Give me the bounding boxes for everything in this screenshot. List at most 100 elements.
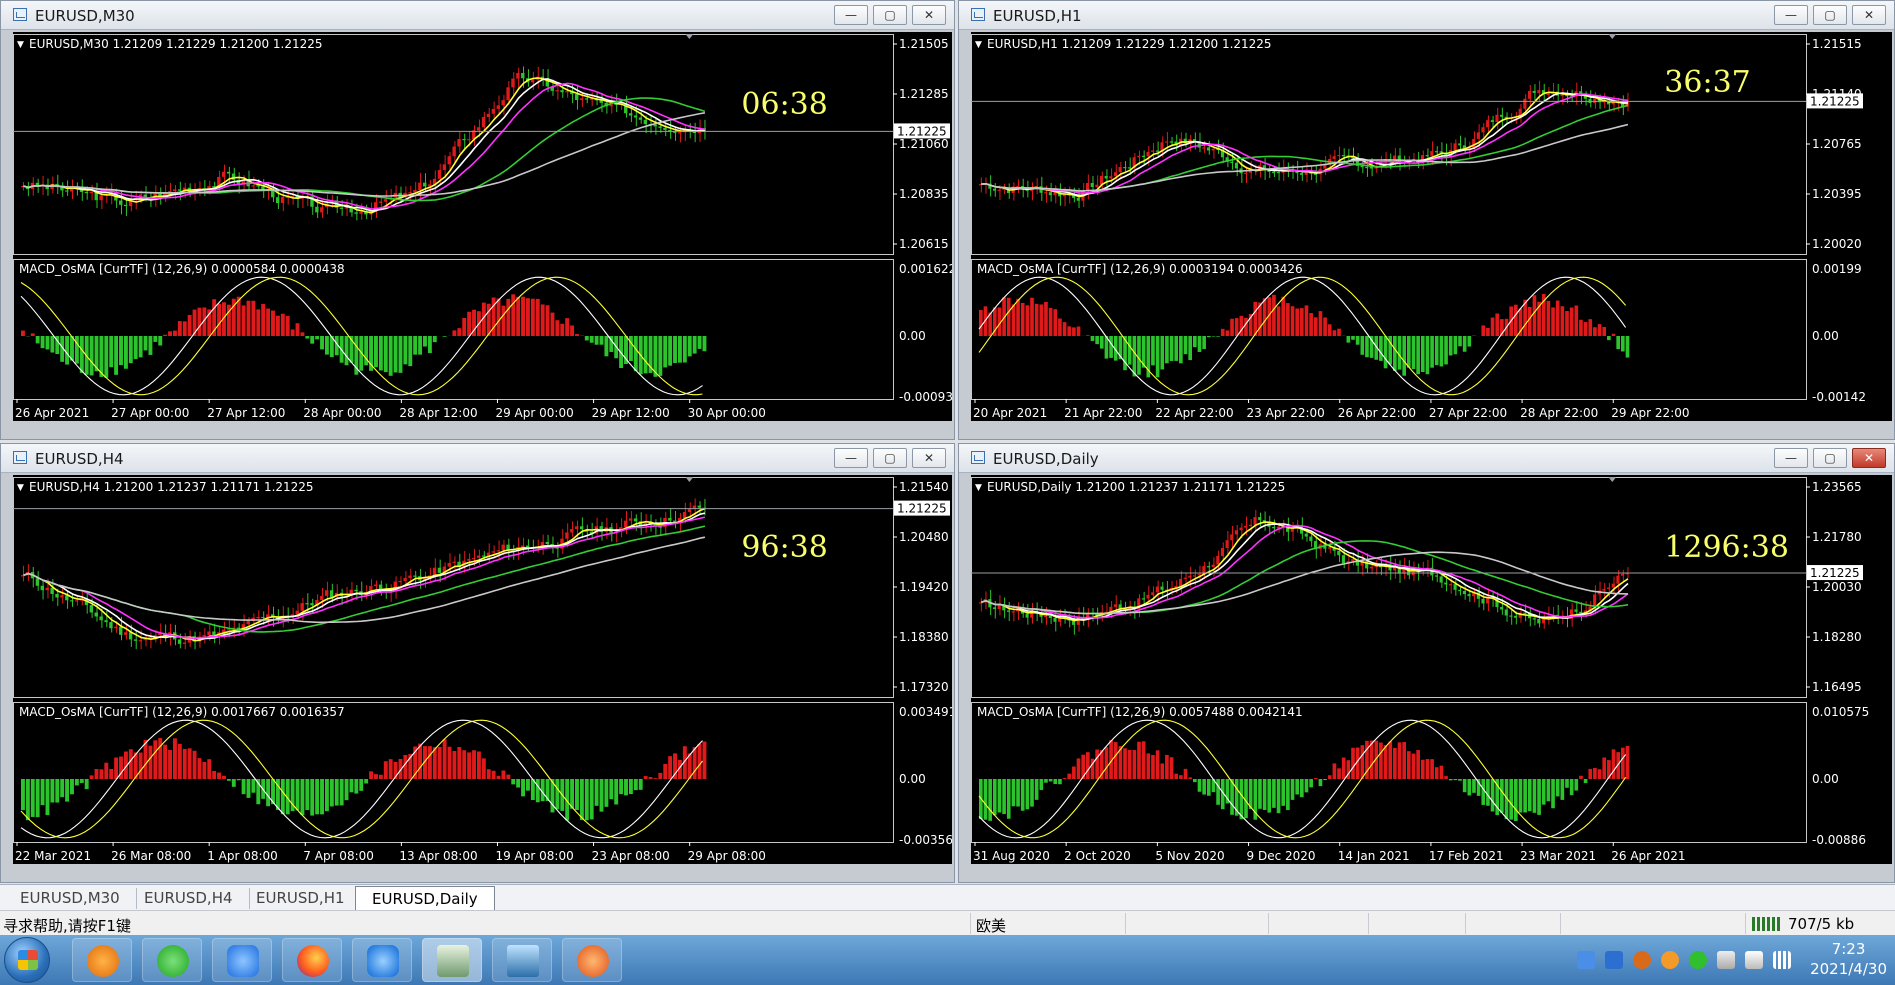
- window-titlebar[interactable]: EURUSD,Daily — ▢ ✕: [959, 444, 1894, 473]
- start-button[interactable]: [4, 937, 50, 983]
- candle: [1527, 608, 1532, 627]
- candle: [1276, 162, 1280, 181]
- taskbar-firefox[interactable]: [282, 938, 342, 982]
- taskbar-app-8[interactable]: [562, 938, 622, 982]
- tray-bandit-icon[interactable]: [1633, 951, 1651, 969]
- maximize-button[interactable]: ▢: [873, 5, 907, 25]
- close-button[interactable]: ✕: [1852, 448, 1886, 468]
- candle: [1244, 166, 1248, 183]
- macd-histogram-bar: [177, 321, 182, 336]
- taskbar-wechat[interactable]: [142, 938, 202, 982]
- chart-menu-triangle-icon[interactable]: ▼: [17, 40, 24, 50]
- price-chart-svg[interactable]: EURUSD,H4 1.21200 1.21237 1.21171 1.2122…: [13, 475, 952, 870]
- chart-window-h1[interactable]: EURUSD,H1 — ▢ ✕ EURUSD,H1 1.21209 1.2122…: [958, 0, 1895, 440]
- macd-histogram-bar: [1579, 775, 1583, 779]
- window-titlebar[interactable]: EURUSD,H1 — ▢ ✕: [959, 1, 1894, 30]
- app-bandit-icon: [577, 945, 609, 977]
- taskbar-app-5[interactable]: [352, 938, 412, 982]
- chart-window-m30[interactable]: EURUSD,M30 — ▢ ✕ EURUSD,M30 1.21209 1.21…: [0, 0, 955, 440]
- minimize-button[interactable]: —: [834, 448, 868, 468]
- chart-canvas[interactable]: EURUSD,M30 1.21209 1.21229 1.21200 1.212…: [13, 32, 952, 421]
- price-chart-svg[interactable]: EURUSD,M30 1.21209 1.21229 1.21200 1.212…: [13, 32, 952, 427]
- chart-shift-marker-icon[interactable]: [685, 477, 694, 482]
- minimize-button[interactable]: —: [834, 5, 868, 25]
- macd-histogram-bar: [1286, 303, 1290, 336]
- macd-histogram-bar: [369, 771, 374, 779]
- macd-histogram-bar: [1072, 327, 1076, 336]
- macd-histogram-bar: [70, 336, 74, 361]
- macd-histogram-bar: [1351, 336, 1355, 340]
- candle: [496, 95, 500, 114]
- chart-menu-triangle-icon[interactable]: ▼: [17, 483, 24, 493]
- tray-signal-icon[interactable]: [1773, 951, 1791, 969]
- macd-histogram-bar: [1551, 779, 1555, 809]
- candle: [1495, 592, 1499, 613]
- maximize-button[interactable]: ▢: [873, 448, 907, 468]
- maximize-button[interactable]: ▢: [1813, 5, 1847, 25]
- candle: [295, 190, 299, 208]
- macd-histogram-bar: [1183, 768, 1188, 779]
- macd-histogram-bar: [1607, 336, 1611, 341]
- tray-app-icon[interactable]: [1577, 951, 1595, 969]
- window-titlebar[interactable]: EURUSD,M30 — ▢ ✕: [1, 1, 954, 30]
- macd-histogram-bar: [1248, 779, 1253, 809]
- close-button[interactable]: ✕: [912, 5, 946, 25]
- candle: [70, 593, 74, 607]
- tray-shield-icon[interactable]: [1605, 951, 1623, 969]
- macd-histogram-bar: [383, 761, 388, 779]
- macd-tick-label: 0.00: [1812, 329, 1839, 343]
- tray-orange-icon[interactable]: [1661, 951, 1679, 969]
- tab-eurusd-daily[interactable]: EURUSD,Daily: [355, 886, 495, 912]
- tab-eurusd-h1[interactable]: EURUSD,H1: [240, 888, 362, 909]
- macd-histogram-bar: [1355, 336, 1360, 345]
- taskbar-mt4[interactable]: [422, 938, 482, 982]
- candle: [609, 523, 613, 542]
- maximize-button[interactable]: ▢: [1813, 448, 1847, 468]
- macd-histogram-bar: [1123, 748, 1127, 779]
- close-button[interactable]: ✕: [912, 448, 946, 468]
- price-tick-label: 1.21505: [899, 37, 949, 51]
- macd-histogram-bar: [89, 336, 94, 376]
- chart-window-daily[interactable]: EURUSD,Daily — ▢ ✕ EURUSD,Daily 1.21200 …: [958, 443, 1895, 883]
- chart-menu-triangle-icon[interactable]: ▼: [975, 483, 982, 493]
- chart-window-h4[interactable]: EURUSD,H4 — ▢ ✕ EURUSD,H4 1.21200 1.2123…: [0, 443, 955, 883]
- price-tick-label: 1.20395: [1812, 187, 1862, 201]
- system-clock[interactable]: 7:23 2021/4/30: [1810, 939, 1887, 979]
- candle: [1490, 115, 1494, 128]
- chart-shift-marker-icon[interactable]: [1608, 477, 1617, 482]
- close-button[interactable]: ✕: [1852, 5, 1886, 25]
- tab-eurusd-m30[interactable]: EURUSD,M30: [4, 888, 137, 909]
- chart-menu-triangle-icon[interactable]: ▼: [975, 40, 982, 50]
- system-tray: 7:23 2021/4/30: [1555, 935, 1895, 985]
- macd-histogram-bar: [378, 336, 383, 371]
- minimize-button[interactable]: —: [1774, 5, 1808, 25]
- minimize-button[interactable]: —: [1774, 448, 1808, 468]
- taskbar-app-7[interactable]: [492, 938, 552, 982]
- taskbar-app-3[interactable]: [212, 938, 272, 982]
- macd-histogram-bar: [1434, 767, 1439, 779]
- chart-shift-marker-icon[interactable]: [685, 34, 694, 39]
- macd-histogram-bar: [702, 336, 707, 352]
- price-chart-svg[interactable]: EURUSD,H1 1.21209 1.21229 1.21200 1.2122…: [971, 32, 1892, 427]
- tray-wechat-icon[interactable]: [1689, 951, 1707, 969]
- chart-canvas[interactable]: EURUSD,H1 1.21209 1.21229 1.21200 1.2122…: [971, 32, 1892, 421]
- chart-canvas[interactable]: EURUSD,H4 1.21200 1.21237 1.21171 1.2122…: [13, 475, 952, 864]
- macd-histogram-bar: [339, 779, 344, 806]
- price-chart-svg[interactable]: EURUSD,Daily 1.21200 1.21237 1.21171 1.2…: [971, 475, 1892, 870]
- tab-eurusd-h4[interactable]: EURUSD,H4: [128, 888, 250, 909]
- tray-network-icon[interactable]: [1717, 951, 1735, 969]
- window-titlebar[interactable]: EURUSD,H4 — ▢ ✕: [1, 444, 954, 473]
- candle: [1058, 183, 1062, 206]
- taskbar-app-1[interactable]: [72, 938, 132, 982]
- macd-histogram-bar: [1304, 305, 1309, 336]
- candle: [1388, 555, 1392, 581]
- macd-histogram-bar: [1513, 304, 1518, 336]
- macd-histogram-bar: [530, 298, 535, 336]
- chart-canvas[interactable]: EURUSD,Daily 1.21200 1.21237 1.21171 1.2…: [971, 475, 1892, 864]
- candle: [525, 69, 530, 87]
- candle: [1230, 525, 1234, 549]
- chart-shift-marker-icon[interactable]: [1608, 34, 1617, 39]
- macd-tick-label: 0.00: [899, 772, 926, 786]
- macd-histogram-bar: [143, 739, 148, 779]
- tray-volume-icon[interactable]: [1745, 951, 1763, 969]
